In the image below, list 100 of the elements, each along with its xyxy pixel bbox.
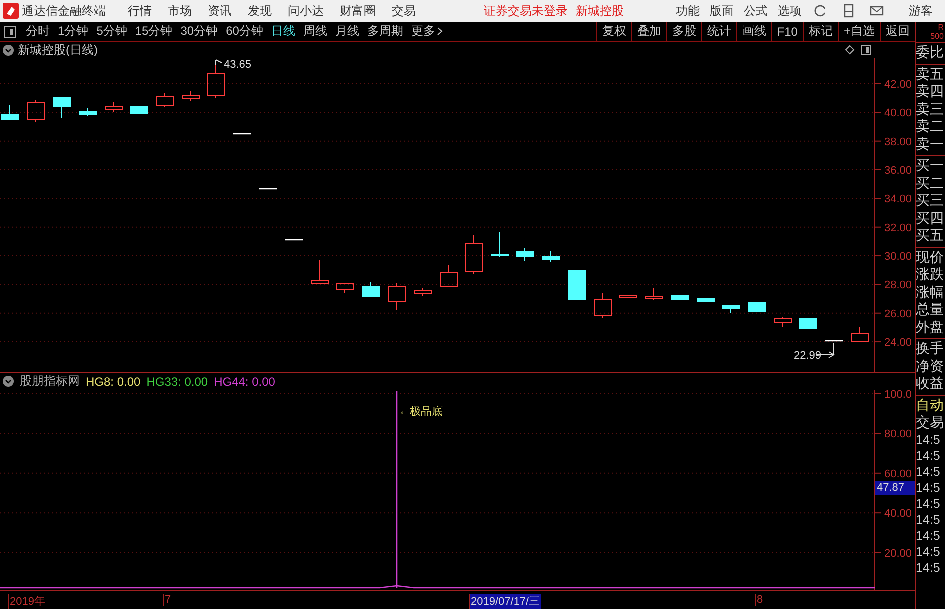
more-menu[interactable]: 更多 xyxy=(407,23,448,40)
candlestick xyxy=(362,282,380,298)
quote-label: 涨幅 xyxy=(916,284,945,301)
toolbar-button[interactable]: 返回 xyxy=(880,22,915,41)
period-tab[interactable]: 60分钟 xyxy=(222,23,268,40)
quote-label: 换手 xyxy=(916,340,945,358)
candlestick xyxy=(645,288,663,300)
period-tab[interactable]: 日线 xyxy=(267,23,300,40)
toolbar-button[interactable]: 统计 xyxy=(701,22,736,41)
candlestick xyxy=(542,250,560,262)
signal-label: ←极品底 xyxy=(399,406,443,418)
date-label: 7 xyxy=(163,594,172,606)
trade-time: 14:5 xyxy=(916,528,942,544)
candlestick xyxy=(311,260,329,284)
period-tab[interactable]: 多周期 xyxy=(363,23,408,40)
candlestick xyxy=(105,102,123,112)
axis-tick-label: 28.00 xyxy=(884,280,912,292)
candlestick xyxy=(465,234,483,274)
candlestick xyxy=(285,239,303,241)
chevron-icon xyxy=(437,27,444,36)
axis-tick-label: 34.00 xyxy=(884,194,912,206)
panel-toggle-icon[interactable] xyxy=(861,45,871,55)
toolbar-button[interactable]: +自选 xyxy=(838,22,880,41)
quote-label: 卖四 xyxy=(916,83,945,100)
date-label: 2019/07/17/三 xyxy=(469,594,542,609)
period-tab[interactable]: 1分钟 xyxy=(54,23,93,40)
axis-tick-label: 30.00 xyxy=(884,251,912,264)
menu-item[interactable]: 发现 xyxy=(248,2,272,20)
market-label: 500 xyxy=(930,32,944,41)
candlestick xyxy=(748,302,766,312)
date-label: 8 xyxy=(755,594,764,606)
indicator-value: HG8: 0.00 xyxy=(86,374,141,388)
user-name[interactable]: 游客 xyxy=(909,2,933,20)
axis-tick-label: 24.00 xyxy=(884,337,912,350)
dropdown-icon[interactable] xyxy=(3,44,14,56)
axis-tick-label: 42.00 xyxy=(884,79,912,91)
menu-item[interactable]: 行情 xyxy=(128,2,152,20)
chart-title: 新城控股(日线) xyxy=(18,42,98,58)
menu-item[interactable]: 资讯 xyxy=(208,2,232,20)
menu-item[interactable]: 功能 xyxy=(676,2,700,20)
axis-tick-label: 40.00 xyxy=(884,108,912,120)
quote-label: 买三 xyxy=(916,192,945,210)
toolbar-button[interactable]: F10 xyxy=(771,22,803,41)
trade-time: 14:5 xyxy=(916,544,942,560)
menu-item[interactable]: 版面 xyxy=(710,2,734,20)
quote-label: 买五 xyxy=(916,227,945,244)
quote-label: 外盘 xyxy=(916,318,945,336)
refresh-icon[interactable] xyxy=(814,4,828,18)
menu-item[interactable]: 交易 xyxy=(392,2,416,20)
candlestick xyxy=(156,92,174,108)
trade-mode[interactable]: 自动 xyxy=(916,396,945,414)
period-tab[interactable]: 周线 xyxy=(299,23,332,40)
candlestick xyxy=(1,104,19,120)
axis-tick-label: 20.00 xyxy=(884,548,912,560)
sidebar-toggle-icon[interactable] xyxy=(4,26,16,38)
menu-item[interactable]: 选项 xyxy=(778,2,802,20)
quote-label: 委比 xyxy=(916,44,945,62)
candlestick xyxy=(851,326,869,342)
quote-label: 收益 xyxy=(916,375,945,392)
login-status[interactable]: 证券交易未登录 xyxy=(484,2,568,20)
toolbar-button[interactable]: 叠加 xyxy=(631,22,666,41)
market-label: R xyxy=(938,23,944,32)
quote-label: 现价 xyxy=(916,248,945,266)
quote-label: 买四 xyxy=(916,210,945,227)
mail-icon[interactable] xyxy=(870,4,884,18)
dropdown-icon[interactable] xyxy=(3,376,14,387)
toolbar-button[interactable]: 画线 xyxy=(736,22,772,41)
quote-label: 卖五 xyxy=(916,66,945,83)
trade-time: 14:5 xyxy=(916,480,942,496)
quote-label: 涨跌 xyxy=(916,266,945,284)
indicator-name: 股朋指标网 xyxy=(20,373,80,390)
menu-item[interactable]: 问小达 xyxy=(288,2,324,20)
trade-label: 交易 xyxy=(916,414,945,432)
quote-label: 买一 xyxy=(916,157,945,174)
axis-tick-label: 80.00 xyxy=(884,428,912,441)
candlestick xyxy=(516,248,534,262)
candlestick xyxy=(671,294,689,300)
toolbar-button[interactable]: 多股 xyxy=(666,22,702,41)
menu-item[interactable]: 财富圈 xyxy=(340,2,376,20)
app-logo-icon xyxy=(3,3,19,19)
candlestick xyxy=(722,304,740,314)
diamond-icon[interactable] xyxy=(845,45,855,55)
period-tab[interactable]: 5分钟 xyxy=(92,23,132,40)
phone-icon[interactable] xyxy=(842,4,856,18)
period-tab[interactable]: 30分钟 xyxy=(176,23,222,40)
toolbar-button[interactable]: 标记 xyxy=(802,22,838,41)
candlestick xyxy=(568,270,586,300)
period-tab[interactable]: 月线 xyxy=(331,23,364,40)
period-tab[interactable]: 分时 xyxy=(22,23,54,40)
quote-label: 总量 xyxy=(916,301,945,318)
candlestick xyxy=(440,264,458,287)
menu-item[interactable]: 公式 xyxy=(744,2,768,20)
candlestick xyxy=(825,340,843,342)
period-tab[interactable]: 15分钟 xyxy=(131,23,177,40)
toolbar-button[interactable]: 复权 xyxy=(596,22,632,41)
candlestick xyxy=(491,232,509,258)
candlestick xyxy=(79,108,97,116)
candlestick xyxy=(774,316,792,328)
axis-tick-label: 26.00 xyxy=(884,308,912,320)
menu-item[interactable]: 市场 xyxy=(168,2,192,20)
